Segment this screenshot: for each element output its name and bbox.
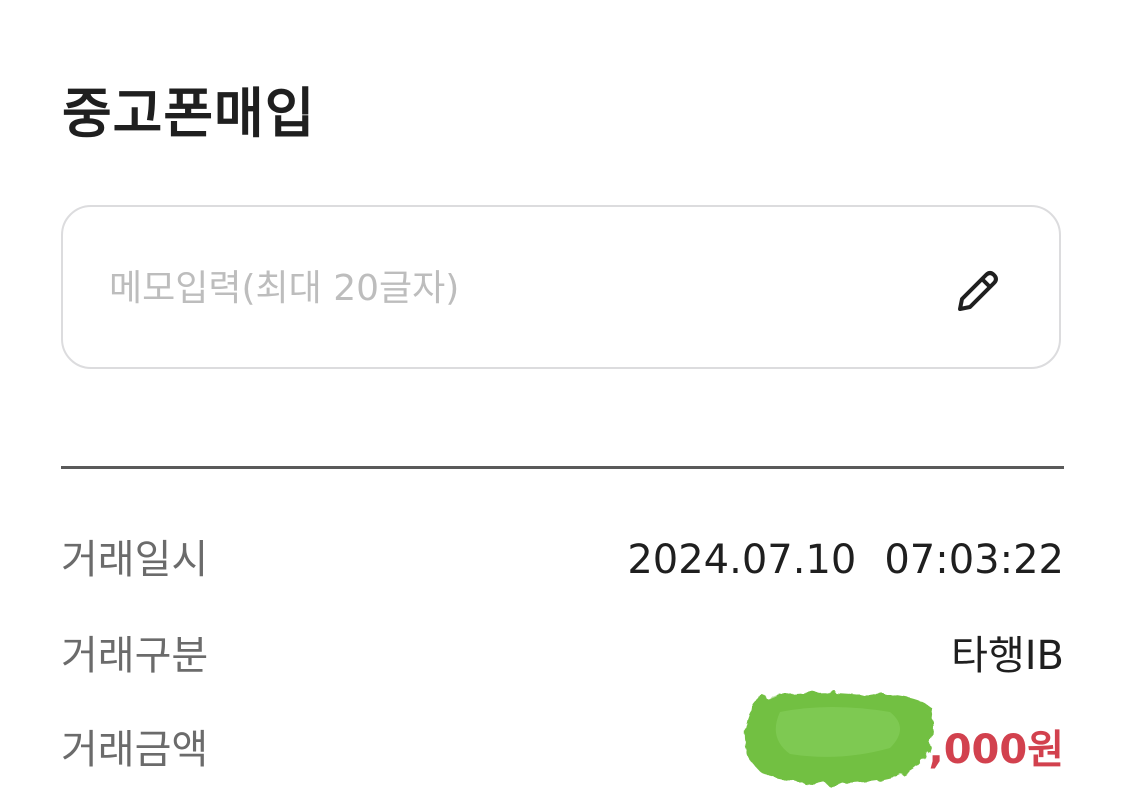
edit-memo-button[interactable]: [948, 261, 1008, 321]
time-value: 07:03:22: [884, 537, 1064, 583]
type-value: 타행IB: [951, 633, 1064, 679]
detail-row-type: 거래구분 타행IB: [61, 626, 1064, 686]
redaction-mark: [745, 691, 933, 785]
section-divider: [61, 466, 1064, 469]
amount-value: ,000원: [928, 727, 1065, 773]
type-label: 거래구분: [61, 633, 209, 679]
pencil-icon: [958, 271, 998, 311]
datetime-value: 2024.07.10 07:03:22: [627, 530, 1064, 590]
amount-label: 거래금액: [61, 727, 209, 773]
memo-field-container[interactable]: [61, 205, 1061, 369]
date-value: 2024.07.10: [627, 537, 857, 583]
detail-row-datetime: 거래일시 2024.07.10 07:03:22: [61, 530, 1064, 590]
transaction-detail-page: 중고폰매입 거래일시 2024.07.1007:03:22 거래구분 타행IB …: [0, 0, 1125, 807]
datetime-label: 거래일시: [61, 537, 209, 583]
memo-input[interactable]: [109, 255, 909, 321]
page-title: 중고폰매입: [62, 82, 316, 145]
